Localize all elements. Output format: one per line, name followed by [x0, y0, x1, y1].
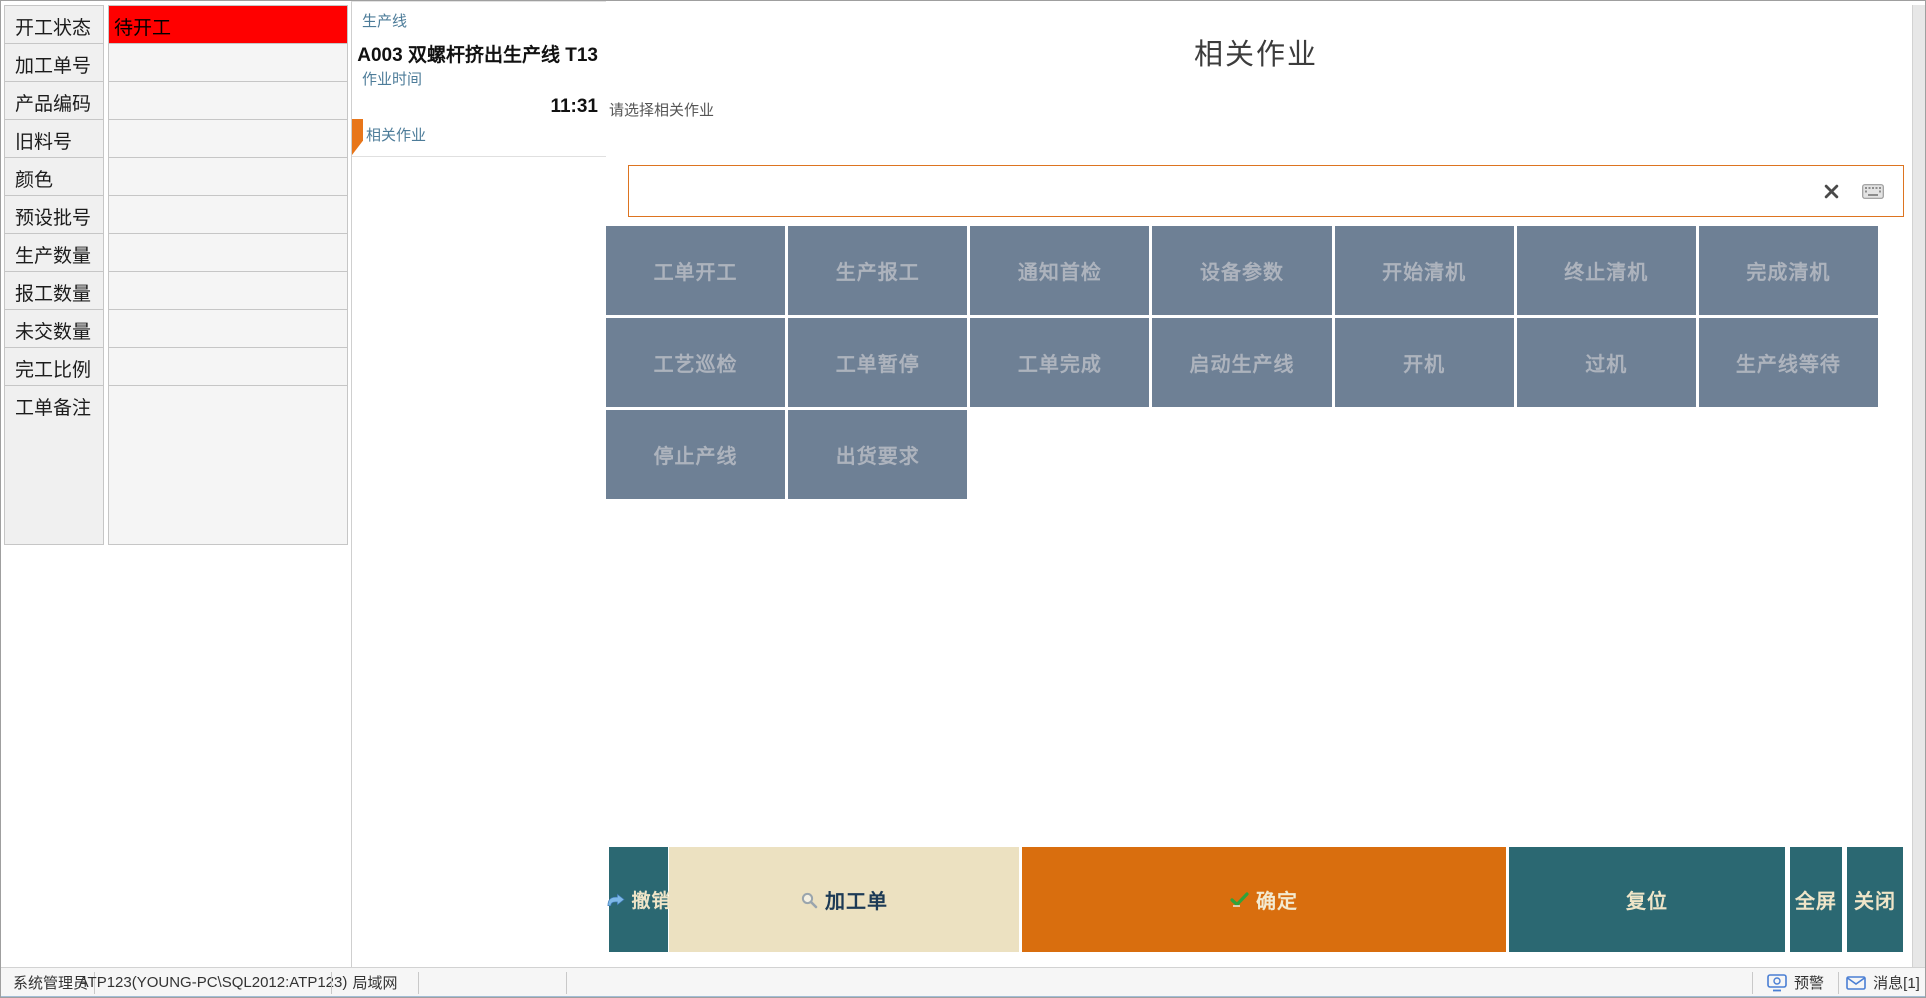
- select-task-hint: 请选择相关作业: [609, 99, 714, 120]
- field-label: 加工单号: [4, 43, 104, 82]
- task-search-input[interactable]: [629, 166, 1817, 216]
- x-glyph: [1824, 184, 1839, 199]
- work-order-button[interactable]: 加工单: [669, 847, 1019, 952]
- work-time-label: 作业时间: [362, 68, 422, 89]
- selected-marker: [352, 119, 363, 155]
- field-production-qty: 生产数量: [4, 233, 348, 272]
- close-label: 关闭: [1854, 885, 1896, 914]
- line-value: A003 双螺杆挤出生产线 T13: [357, 40, 598, 67]
- monitor-alert-icon: [1767, 974, 1787, 992]
- field-reported-qty: 报工数量: [4, 271, 348, 310]
- field-value: [108, 309, 348, 348]
- status-network: 局域网: [332, 968, 418, 997]
- task-button[interactable]: 工单开工: [606, 226, 785, 315]
- production-line-panel: 生产线 A003 双螺杆挤出生产线 T13 作业时间 11:31 相关作业: [351, 1, 606, 967]
- nav-item-related-tasks[interactable]: 相关作业: [352, 118, 606, 157]
- task-button[interactable]: 设备参数: [1152, 226, 1331, 315]
- message-label: 消息[1]: [1873, 972, 1920, 993]
- task-button[interactable]: 开机: [1335, 318, 1514, 407]
- work-order-info-panel: 开工状态 待开工 加工单号 产品编码 旧料号 颜色 预设批号 生产数量 报工数量: [4, 6, 348, 545]
- clear-icon[interactable]: [1817, 177, 1845, 205]
- task-button[interactable]: 开始清机: [1335, 226, 1514, 315]
- field-value: [108, 43, 348, 82]
- field-work-order-no: 加工单号: [4, 43, 348, 82]
- field-value: [108, 119, 348, 158]
- alert-button[interactable]: 预警: [1753, 968, 1838, 997]
- field-label: 工单备注: [4, 385, 104, 545]
- field-label: 报工数量: [4, 271, 104, 310]
- task-search-box: [628, 165, 1904, 217]
- field-order-remark: 工单备注: [4, 385, 348, 545]
- close-button[interactable]: 关闭: [1847, 847, 1903, 952]
- task-button[interactable]: 工单完成: [970, 318, 1149, 407]
- undo-button[interactable]: 撤销: [609, 847, 668, 952]
- field-value: [108, 195, 348, 234]
- fullscreen-label: 全屏: [1795, 885, 1837, 914]
- task-button[interactable]: 出货要求: [788, 410, 967, 499]
- field-start-status: 开工状态 待开工: [4, 5, 348, 44]
- field-undelivered-qty: 未交数量: [4, 309, 348, 348]
- task-button[interactable]: 生产线等待: [1699, 318, 1878, 407]
- task-button[interactable]: 启动生产线: [1152, 318, 1331, 407]
- status-empty-cell: [419, 968, 566, 997]
- field-preset-batch-no: 预设批号: [4, 195, 348, 234]
- work-order-label: 加工单: [825, 885, 888, 914]
- fullscreen-button[interactable]: 全屏: [1790, 847, 1842, 952]
- field-product-code: 产品编码: [4, 81, 348, 120]
- scrollbar-track[interactable]: [1912, 5, 1926, 967]
- field-value: [108, 157, 348, 196]
- nav-item-label: 相关作业: [366, 124, 426, 145]
- reset-button[interactable]: 复位: [1509, 847, 1785, 952]
- work-time-value: 11:31: [550, 96, 598, 118]
- task-button[interactable]: 停止产线: [606, 410, 785, 499]
- status-bar: 系统管理员 ATP123(YOUNG-PC\SQL2012:ATP123) 局域…: [1, 967, 1926, 997]
- alert-label: 预警: [1794, 972, 1824, 993]
- field-value: [108, 385, 348, 545]
- field-label: 产品编码: [4, 81, 104, 120]
- app-window: 开工状态 待开工 加工单号 产品编码 旧料号 颜色 预设批号 生产数量 报工数量: [0, 0, 1926, 998]
- field-label: 预设批号: [4, 195, 104, 234]
- field-completion-ratio: 完工比例: [4, 347, 348, 386]
- field-label: 开工状态: [4, 5, 104, 44]
- envelope-icon: [1846, 976, 1866, 990]
- field-label: 未交数量: [4, 309, 104, 348]
- field-value: [108, 271, 348, 310]
- task-button[interactable]: 工单暂停: [788, 318, 967, 407]
- related-tasks-pane: 相关作业 请选择相关作业: [606, 1, 1906, 967]
- task-button[interactable]: 生产报工: [788, 226, 967, 315]
- status-badge: 待开工: [108, 5, 348, 44]
- task-button[interactable]: 过机: [1517, 318, 1696, 407]
- keyboard-glyph: [1862, 184, 1884, 199]
- confirm-label: 确定: [1256, 885, 1298, 914]
- field-value: [108, 81, 348, 120]
- task-button[interactable]: 通知首检: [970, 226, 1149, 315]
- status-database: ATP123(YOUNG-PC\SQL2012:ATP123): [95, 968, 331, 997]
- task-button-grid: 工单开工 生产报工 通知首检 设备参数 开始清机 终止清机 完成清机 工艺巡检 …: [606, 226, 1878, 499]
- keyboard-icon[interactable]: [1859, 177, 1887, 205]
- field-label: 生产数量: [4, 233, 104, 272]
- undo-label: 撤销: [632, 886, 672, 913]
- confirm-button[interactable]: 确定: [1022, 847, 1506, 952]
- task-button[interactable]: 终止清机: [1517, 226, 1696, 315]
- field-old-part-no: 旧料号: [4, 119, 348, 158]
- field-label: 旧料号: [4, 119, 104, 158]
- magnifier-icon: [800, 891, 818, 909]
- status-empty-cell: [567, 968, 1752, 997]
- check-icon: [1230, 892, 1249, 907]
- message-button[interactable]: 消息[1]: [1839, 968, 1926, 997]
- field-color: 颜色: [4, 157, 348, 196]
- field-label: 完工比例: [4, 347, 104, 386]
- field-label: 颜色: [4, 157, 104, 196]
- field-value: [108, 347, 348, 386]
- task-button[interactable]: 工艺巡检: [606, 318, 785, 407]
- page-title: 相关作业: [606, 31, 1906, 73]
- undo-arrow-icon: [606, 893, 625, 907]
- line-label: 生产线: [362, 10, 407, 31]
- reset-label: 复位: [1626, 885, 1668, 914]
- field-value: [108, 233, 348, 272]
- task-button[interactable]: 完成清机: [1699, 226, 1878, 315]
